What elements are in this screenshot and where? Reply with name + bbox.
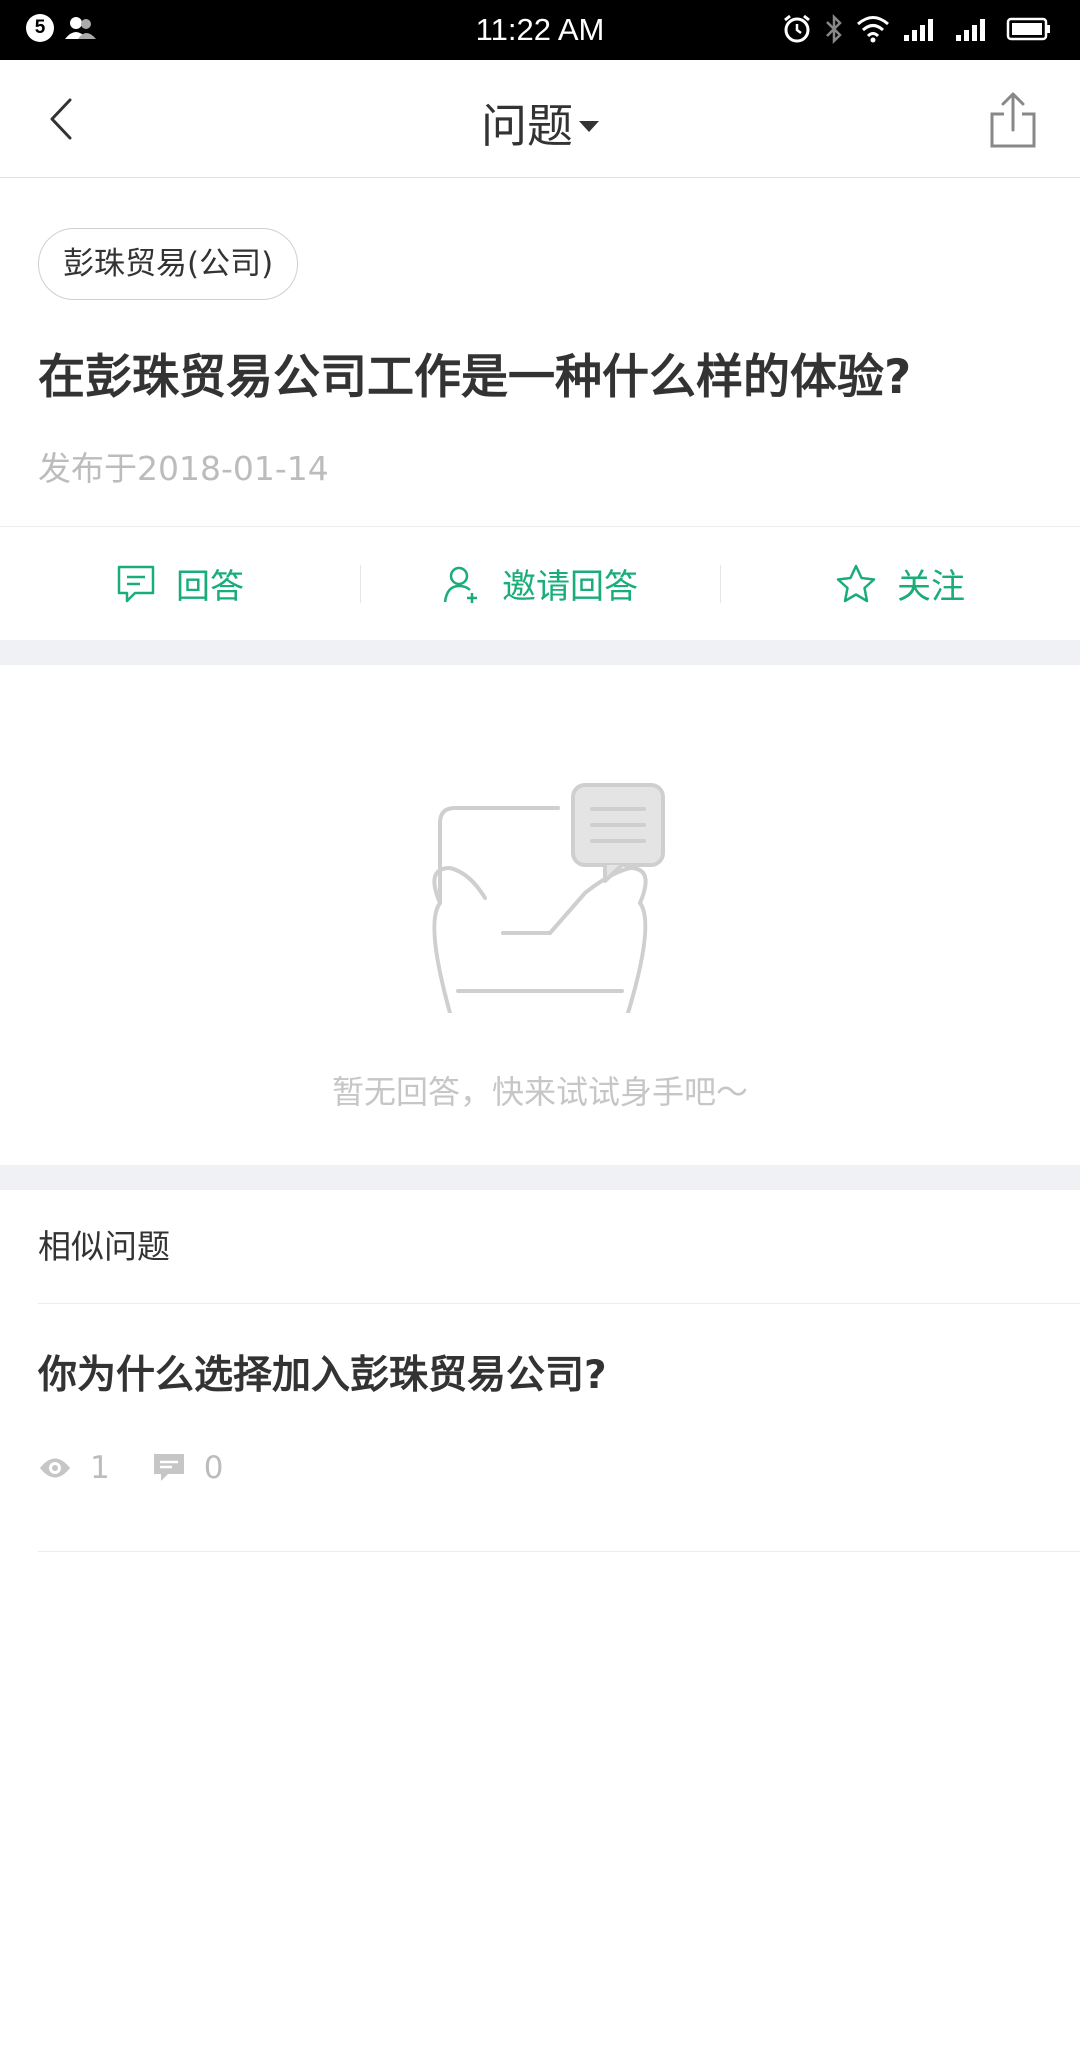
status-right (782, 14, 1052, 44)
signal-1-icon (904, 19, 933, 41)
view-count-value: 1 (90, 1450, 110, 1486)
similar-questions-header: 相似问题 (38, 1190, 1080, 1304)
star-icon (836, 564, 876, 602)
similar-question-item[interactable]: 你为什么选择加入彭珠贸易公司? 1 0 (38, 1304, 1080, 1552)
bluetooth-icon (826, 14, 842, 44)
wifi-icon (857, 16, 889, 43)
section-divider (0, 1165, 1080, 1190)
similar-question-meta: 1 0 (38, 1450, 265, 1486)
publish-date: 发布于2018-01-14 (38, 449, 329, 488)
comment-count-value: 0 (203, 1450, 224, 1486)
signal-2-icon (956, 19, 985, 41)
section-divider (0, 640, 1080, 665)
caret-down-icon (579, 121, 599, 132)
eye-icon (40, 1458, 70, 1478)
comment-count: 0 (152, 1450, 224, 1486)
follow-label: 关注 (897, 567, 965, 607)
answer-button[interactable]: 回答 (0, 527, 360, 640)
answer-label: 回答 (176, 567, 244, 607)
similar-question-title[interactable]: 你为什么选择加入彭珠贸易公司? (38, 1344, 607, 1400)
nav-bar: 问题 (0, 60, 1080, 178)
alarm-icon (784, 14, 810, 43)
question-title: 在彭珠贸易公司工作是一种什么样的体验? (38, 350, 912, 405)
battery-icon (1006, 17, 1050, 41)
empty-sofa-illustration (432, 783, 665, 1013)
status-bar: 5 11:22 AM (0, 0, 1080, 60)
follow-button[interactable]: 关注 (720, 527, 1080, 640)
view-count: 1 (38, 1450, 110, 1486)
page-title-dropdown[interactable]: 问题 (0, 90, 1080, 156)
page-title: 问题 (481, 99, 573, 153)
empty-answers-state: 暂无回答，快来试试身手吧～ (0, 665, 1080, 1165)
invite-answer-label: 邀请回答 (502, 567, 638, 607)
invite-answer-button[interactable]: 邀请回答 (360, 527, 720, 640)
invite-user-icon (443, 566, 477, 603)
share-icon[interactable] (986, 90, 1040, 150)
question-section: 彭珠贸易(公司) 在彭珠贸易公司工作是一种什么样的体验? 发布于2018-01-… (0, 178, 1080, 526)
empty-answers-text: 暂无回答，快来试试身手吧～ (331, 1073, 748, 1111)
comment-icon (153, 1454, 184, 1481)
action-bar: 回答 邀请回答 关注 (0, 526, 1080, 640)
company-tag[interactable]: 彭珠贸易(公司) (38, 228, 299, 300)
chat-bubble-icon (117, 565, 155, 602)
